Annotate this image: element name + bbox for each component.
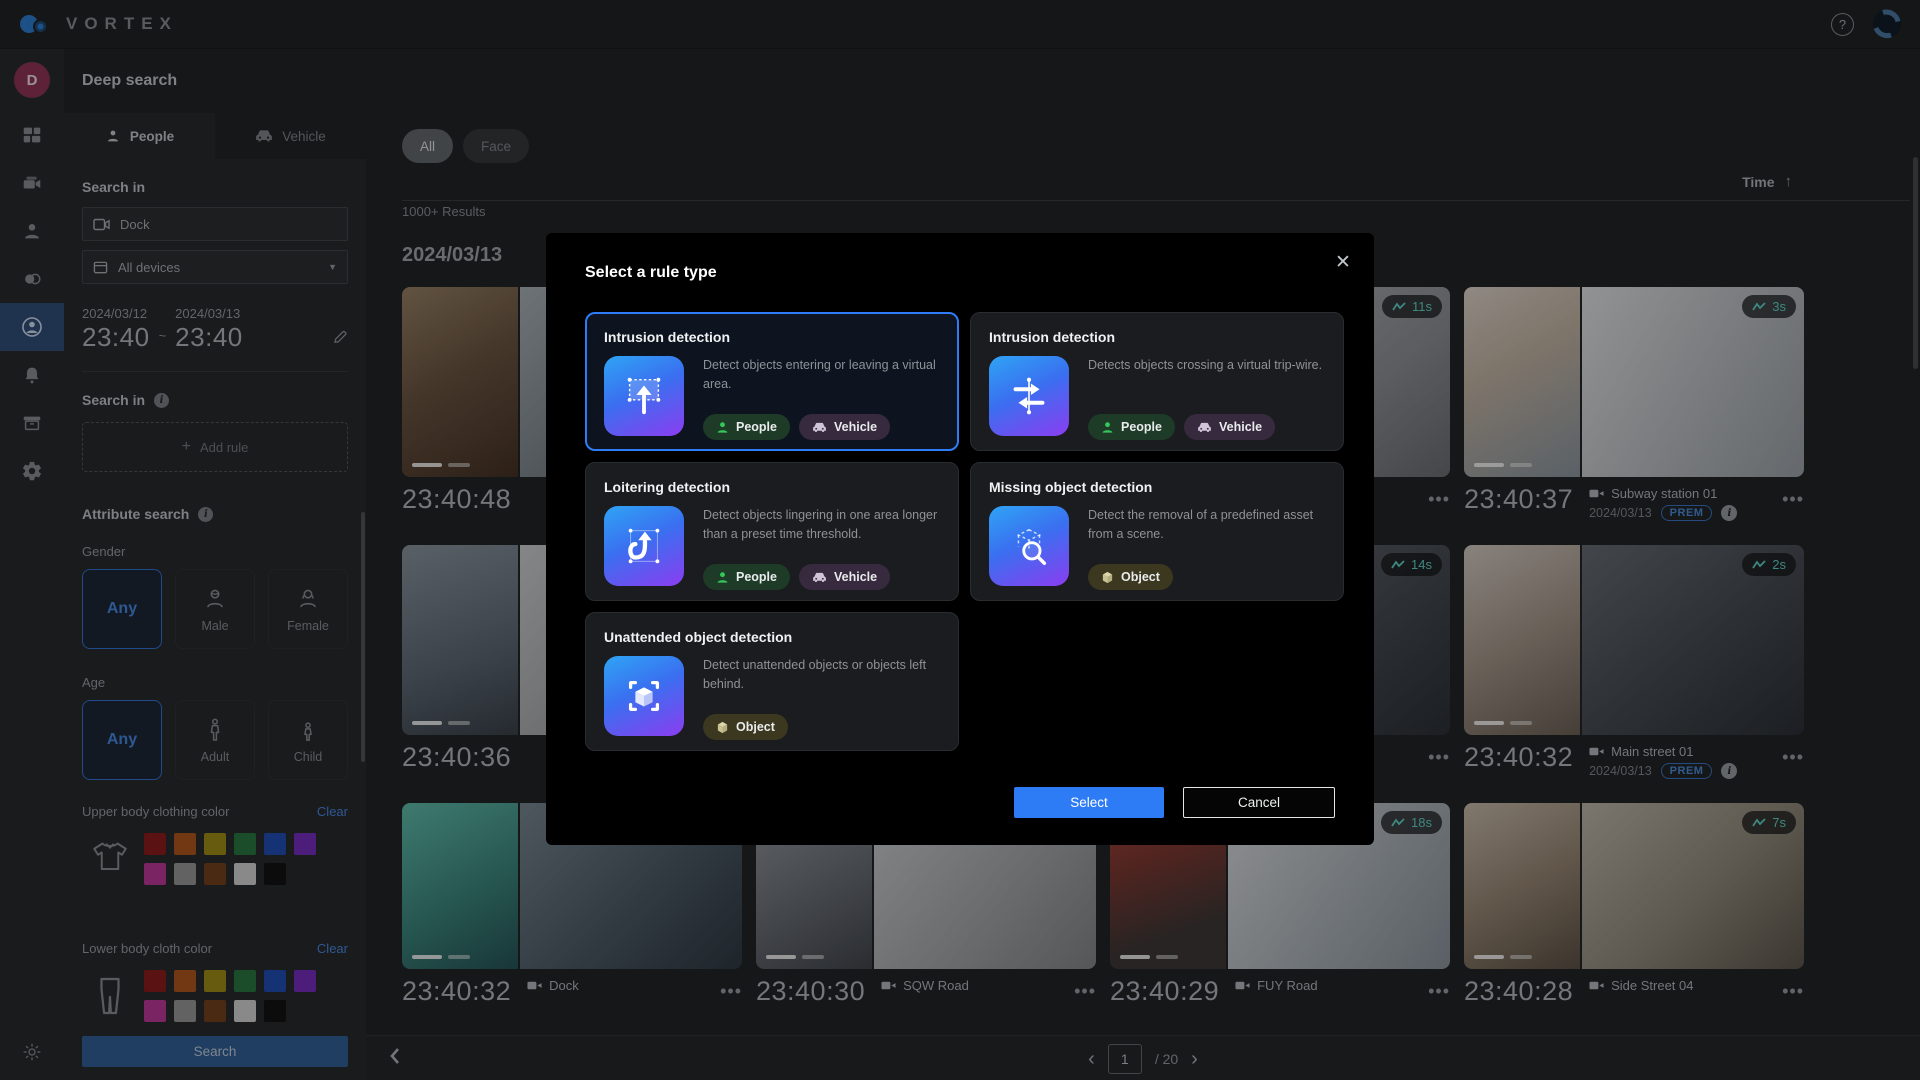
rule-card-description: Detect unattended objects or objects lef…: [703, 656, 940, 694]
person-icon: [1101, 421, 1114, 434]
dialog-title: Select a rule type: [585, 233, 1335, 282]
rule-card-description: Detects objects crossing a virtual trip-…: [1088, 356, 1325, 375]
rule-card-title: Unattended object detection: [604, 629, 940, 645]
people-badge: People: [1088, 414, 1175, 440]
close-icon[interactable]: ✕: [1330, 249, 1356, 275]
rule-type-dialog: Select a rule type ✕ Intrusion detection: [546, 233, 1374, 845]
cube-icon: [716, 721, 729, 734]
car-icon: [812, 572, 827, 583]
rule-card-title: Loitering detection: [604, 479, 940, 495]
rule-card-description: Detect objects entering or leaving a vir…: [703, 356, 940, 394]
rule-card-missing-object[interactable]: Missing object detection D: [970, 462, 1344, 601]
intrusion-area-icon: [604, 356, 684, 436]
rule-card-description: Detect objects lingering in one area lon…: [703, 506, 940, 544]
missing-object-icon: [989, 506, 1069, 586]
rule-card-description: Detect the removal of a predefined asset…: [1088, 506, 1325, 544]
rule-card-unattended-object[interactable]: Unattended object detection: [585, 612, 959, 751]
person-icon: [716, 571, 729, 584]
rule-card-title: Missing object detection: [989, 479, 1325, 495]
cancel-button[interactable]: Cancel: [1183, 787, 1335, 818]
vehicle-badge: Vehicle: [799, 564, 890, 590]
trip-wire-icon: [989, 356, 1069, 436]
rule-card-intrusion-area[interactable]: Intrusion detection Detect objects enter…: [585, 312, 959, 451]
people-badge: People: [703, 414, 790, 440]
unattended-object-icon: [604, 656, 684, 736]
car-icon: [1197, 422, 1212, 433]
vehicle-badge: Vehicle: [1184, 414, 1275, 440]
vehicle-badge: Vehicle: [799, 414, 890, 440]
object-badge: Object: [1088, 564, 1173, 590]
person-icon: [716, 421, 729, 434]
rule-card-title: Intrusion detection: [989, 329, 1325, 345]
rule-card-title: Intrusion detection: [604, 329, 940, 345]
rule-card-loitering[interactable]: Loitering detection Detect objects linge…: [585, 462, 959, 601]
cube-icon: [1101, 571, 1114, 584]
people-badge: People: [703, 564, 790, 590]
rule-card-tripwire[interactable]: Intrusion detection Detects ob: [970, 312, 1344, 451]
object-badge: Object: [703, 714, 788, 740]
loitering-icon: [604, 506, 684, 586]
select-button[interactable]: Select: [1014, 787, 1164, 818]
car-icon: [812, 422, 827, 433]
